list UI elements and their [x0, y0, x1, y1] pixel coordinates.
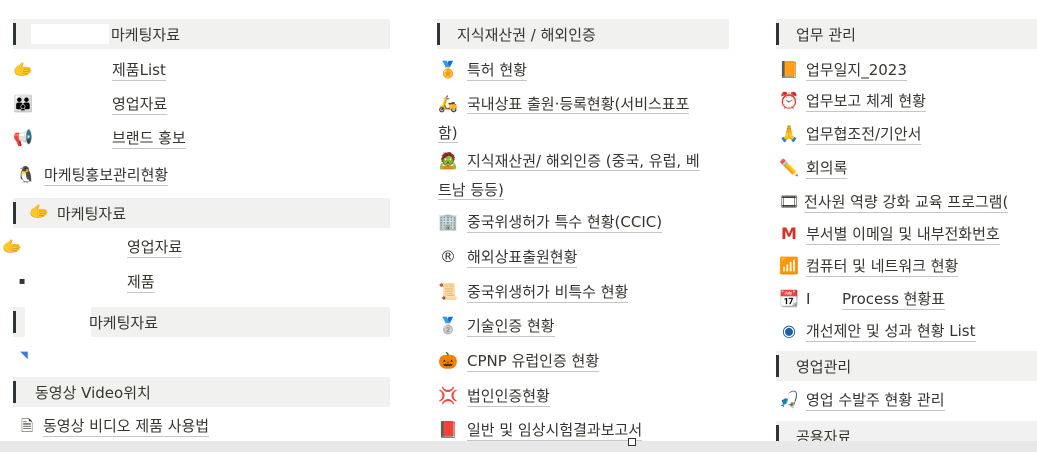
section-header-ip: 지식재산권 / 해외인증: [437, 19, 729, 49]
link-label[interactable]: 개선제안 및 성과 현황 List: [806, 321, 976, 342]
redacted-block: [25, 307, 91, 337]
header-bar: [776, 355, 779, 377]
link-label[interactable]: 영업 수발주 현황 관리: [806, 390, 945, 411]
anger-icon: 💢: [438, 386, 458, 405]
section-header-marketing-2: 🫱 마케팅자료: [13, 198, 390, 228]
gmail-icon: M: [781, 224, 797, 243]
link-label[interactable]: 컴퓨터 및 네트워크 현황: [806, 256, 959, 277]
document-icon: ▪: [18, 276, 26, 287]
redacted-block: [31, 24, 109, 44]
link-label[interactable]: 기술인증 현황: [467, 316, 555, 337]
header-bar: [13, 202, 16, 224]
header-title: 마케팅자료: [111, 25, 181, 44]
link-label[interactable]: 영업자료: [112, 94, 168, 115]
penguin-icon: 🐧: [16, 165, 36, 184]
book-icon: 📕: [438, 420, 458, 439]
link-label[interactable]: 영업자료: [127, 237, 183, 258]
link-label-line-1[interactable]: 국내상표 출원·등록현황(서비스표포: [467, 95, 690, 114]
header-title: 마케팅자료: [57, 204, 127, 223]
header-title: 영업관리: [796, 357, 852, 376]
header-title: 마케팅자료: [89, 313, 159, 332]
pencil-icon: ✏️: [779, 158, 799, 177]
mouse-cursor: [628, 438, 636, 446]
target-icon: ◥: [20, 350, 28, 361]
zombie-icon: 🧟: [438, 151, 458, 170]
link-label[interactable]: 일반 및 임상시험결과보고서: [467, 420, 643, 441]
document-icon: 🗎: [20, 417, 34, 435]
scooter-icon: 🛵: [438, 94, 458, 113]
section-header-work: 업무 관리: [776, 19, 1037, 49]
pointing-hand-icon: 🫱: [29, 202, 49, 221]
registered-icon: ®: [440, 247, 456, 266]
scroll-icon: 📜: [438, 282, 458, 301]
horizontal-scrollbar[interactable]: [0, 441, 1037, 452]
link-label-line-2[interactable]: 함): [438, 124, 458, 143]
alarm-clock-icon: ⏰: [779, 91, 799, 110]
link-label[interactable]: 부서별 이메일 및 내부전화번호: [806, 224, 1000, 245]
header-bar: [13, 311, 16, 333]
link-label[interactable]: 중국위생허가 비특수 현황: [467, 282, 629, 303]
notebook-icon: 📙: [779, 60, 799, 79]
header-bar: [437, 23, 440, 45]
wifi-icon: 📶: [779, 256, 799, 275]
link-label[interactable]: Process 현황표: [842, 289, 946, 310]
target-icon: ◉: [782, 321, 796, 340]
section-header-sales-mgmt: 영업관리: [776, 351, 1037, 381]
header-bar: [13, 381, 16, 403]
header-bar: [13, 23, 16, 45]
header-title: 지식재산권 / 해외인증: [457, 25, 596, 44]
people-icon: 👪: [13, 94, 33, 113]
header-bar: [776, 23, 779, 45]
link-label[interactable]: 마케팅홍보관리현황: [44, 165, 169, 186]
link-label[interactable]: CPNP 유럽인증 현황: [467, 351, 600, 372]
link-label[interactable]: 법인인증현황: [467, 386, 550, 407]
section-header-marketing-3: 마케팅자료: [13, 307, 390, 337]
link-label[interactable]: 중국위생허가 특수 현황(CCIC): [467, 212, 663, 233]
link-label[interactable]: 업무협조전/기안서: [806, 124, 922, 145]
second-place-medal-icon: 🥈: [438, 316, 458, 335]
link-label[interactable]: 해외상표출원현황: [467, 247, 578, 268]
link-label[interactable]: 지식재산권/ 해외인증 (중국, 유럽, 베 트남 등등): [438, 147, 727, 205]
link-label[interactable]: 국내상표 출원·등록현황(서비스표포 함): [438, 90, 727, 148]
calendar-icon: 📆: [779, 289, 799, 308]
link-label[interactable]: 제품List: [112, 60, 166, 81]
fishing-icon: 🎣: [779, 390, 799, 409]
pointing-hand-icon: 🫱: [2, 237, 22, 256]
medal-icon: 🏅: [438, 60, 458, 79]
link-label-line-2[interactable]: 트남 등등): [438, 181, 504, 200]
section-header-video: 동영상 Video위치: [13, 377, 390, 407]
folded-hands-icon: 🙏: [779, 124, 799, 143]
link-label[interactable]: 전사원 역량 강화 교육 프로그램(: [804, 192, 1009, 213]
megaphone-icon: 📢: [13, 128, 33, 147]
header-title: 동영상 Video위치: [35, 383, 151, 402]
link-label[interactable]: 동영상 비디오 제품 사용법: [43, 416, 210, 437]
link-label-prefix[interactable]: I: [806, 289, 810, 309]
link-label[interactable]: 업무일지_2023: [806, 60, 907, 81]
section-header-marketing-1: 마케팅자료: [13, 19, 390, 49]
header-title: 업무 관리: [796, 25, 856, 44]
link-label[interactable]: 업무보고 체계 현황: [806, 91, 926, 112]
pumpkin-icon: 🎃: [438, 351, 458, 370]
link-label[interactable]: 특허 현황: [467, 60, 527, 81]
link-label-line-1[interactable]: 지식재산권/ 해외인증 (중국, 유럽, 베: [467, 152, 700, 171]
pointing-hand-icon: 🫱: [13, 60, 33, 79]
link-label[interactable]: 브랜드 홍보: [112, 128, 186, 149]
link-label[interactable]: 회의록: [806, 158, 848, 179]
film-icon: 🎞: [779, 192, 800, 211]
link-label[interactable]: 제품: [127, 272, 155, 293]
building-icon: 🏢: [438, 212, 458, 231]
